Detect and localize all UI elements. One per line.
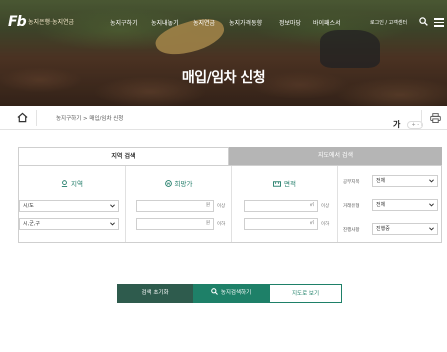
search-icon[interactable] [419,17,428,26]
price-heading: ₩ 희망가 [126,178,231,188]
hero-banner: Fb 농지은행·농지연금 농지구하기 농지내놓기 농지연금 농지가격동향 정보마… [0,0,447,106]
area-heading-label: 면적 [284,180,296,188]
price-min-input[interactable]: 원 [136,200,214,212]
nav-item-find-farmland[interactable]: 농지구하기 [110,18,138,27]
nav-item-price-trend[interactable]: 농지가격동향 [229,18,262,27]
hamburger-menu-icon[interactable] [434,18,444,27]
province-select[interactable]: 시/도 [19,200,119,212]
print-icon[interactable] [430,113,441,123]
area-max-suffix: 이하 [321,222,330,227]
land-category-select[interactable]: 전체 [372,175,438,187]
nav-item-info[interactable]: 정보마당 [279,18,301,27]
price-max-unit: 원 [205,221,210,226]
nav-item-sell-farmland[interactable]: 농지내놓기 [151,18,179,27]
divider [36,110,37,126]
won-coin-icon: ₩ [164,180,172,187]
price-min-suffix: 이상 [217,204,226,209]
price-max-suffix: 이하 [217,222,226,227]
price-heading-label: 희망가 [174,180,193,188]
area-max-input[interactable]: ㎡ [244,218,318,230]
area-min-unit: ㎡ [309,203,315,208]
ruler-icon [273,181,282,187]
province-select-value: 시/도 [23,203,34,209]
reset-search-button[interactable]: 검색 초기화 [117,284,193,303]
options-column: 공부지목 전체 거래유형 전체 진행사항 진행중 [337,166,441,242]
brand-name[interactable]: 농지은행·농지연금 [28,17,74,26]
view-map-button[interactable]: 지도로 보기 [269,284,342,303]
progress-status-select[interactable]: 진행중 [372,223,438,235]
progress-status-value: 진행중 [376,226,390,232]
area-max-unit: ㎡ [309,221,315,226]
progress-status-label: 진행사항 [343,228,360,233]
area-column: 면적 ㎡ 이상 ㎡ 이하 [231,166,337,242]
breadcrumb-bar: 농지구하기 > 매입/임차 신청 가 + - [0,106,447,130]
chevron-down-icon [429,203,434,207]
price-column: ₩ 희망가 원 이상 원 이하 [125,166,231,242]
region-column: 지역 시/도 시,군,구 [19,166,125,242]
breadcrumb: 농지구하기 > 매입/임차 신청 [56,116,124,122]
city-select-value: 시,군,구 [23,221,40,227]
site-logo[interactable]: Fb [8,14,27,30]
hero-overlay [0,0,447,106]
search-farmland-button[interactable]: 농지검색하기 [193,284,269,303]
location-pin-icon [61,180,68,187]
area-min-input[interactable]: ㎡ [244,200,318,212]
price-max-input[interactable]: 원 [136,218,214,230]
util-links[interactable]: 로그인 / 고객센터 [370,19,407,26]
nav-item-farmland-pension[interactable]: 농지연금 [193,18,215,27]
trade-type-value: 전체 [376,202,386,208]
price-min-unit: 원 [205,203,210,208]
chevron-down-icon [429,179,434,183]
search-tabs: 지역 검색 지도에서 검색 [18,147,442,165]
home-icon[interactable] [17,112,28,123]
search-icon [210,288,218,295]
trade-type-label: 거래유형 [343,204,360,209]
chevron-down-icon [429,227,434,231]
city-select[interactable]: 시,군,구 [19,218,119,230]
chevron-down-icon [110,204,115,208]
app-root: Fb 농지은행·농지연금 농지구하기 농지내놓기 농지연금 농지가격동향 정보마… [0,0,447,352]
svg-text:₩: ₩ [166,182,170,186]
nav-item-bypass[interactable]: 바이패스서 [313,18,341,27]
area-min-suffix: 이상 [321,204,330,209]
search-farmland-label: 농지검색하기 [220,290,252,296]
chevron-down-icon [110,222,115,226]
font-size-label: 가 [393,120,401,129]
region-heading-label: 지역 [71,180,83,188]
tab-map-search[interactable]: 지도에서 검색 [229,147,442,165]
page-title: 매입/임차 신청 [181,70,266,86]
area-heading: 면적 [232,178,337,188]
tab-region-search[interactable]: 지역 검색 [18,147,229,165]
search-filter-panel: 지역 시/도 시,군,구 ₩ 희망가 원 이상 원 이하 면적 ㎡ 이상 ㎡ 이… [18,165,442,243]
region-heading: 지역 [19,178,125,188]
font-size-control[interactable]: 가 + - [393,112,424,129]
land-category-value: 전체 [376,178,386,184]
divider [421,110,422,126]
trade-type-select[interactable]: 전체 [372,199,438,211]
land-category-label: 공부지목 [343,180,360,185]
